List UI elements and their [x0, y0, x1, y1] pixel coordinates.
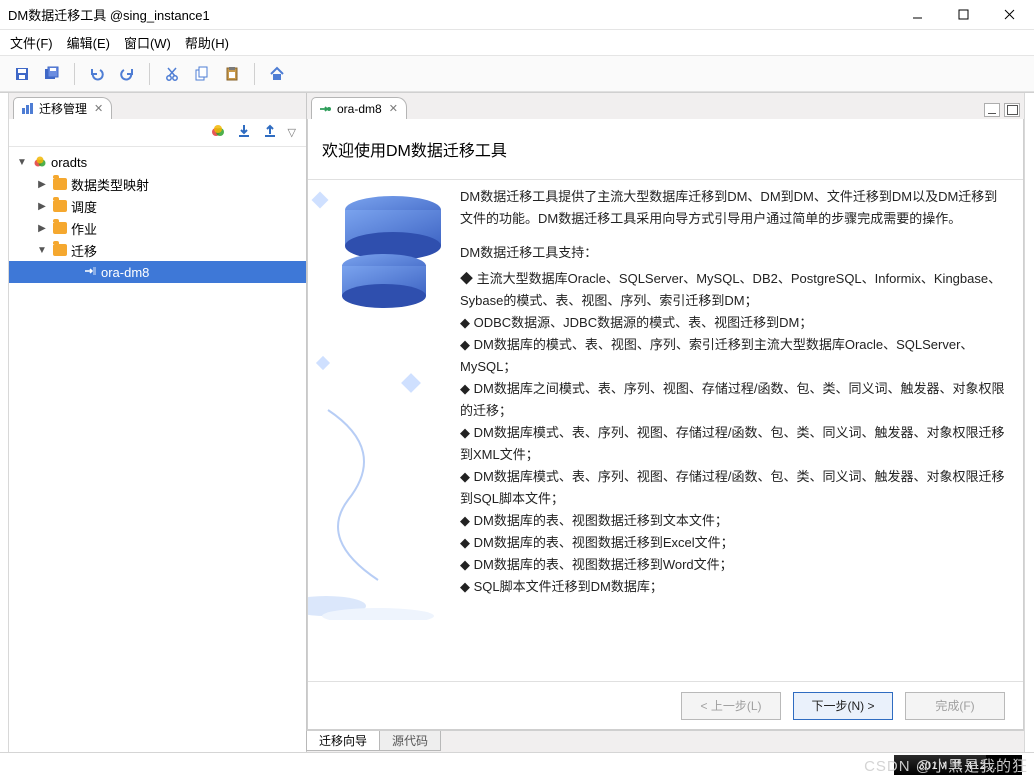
menu-window[interactable]: 窗口(W) [124, 33, 171, 52]
illustration [308, 180, 458, 681]
migration-item-icon [83, 264, 97, 281]
menu-edit[interactable]: 编辑(E) [67, 33, 110, 52]
editor-panel: ora-dm8 ✕ 欢迎使用DM数据迁移工具 [307, 93, 1024, 752]
toolbar [0, 56, 1034, 92]
bullet-item: ◆ DM数据库的表、视图数据迁移到Word文件； [460, 554, 1007, 576]
folder-icon [53, 178, 67, 190]
migration-manager-panel: 迁移管理 ✕ ▽ oradts [9, 93, 307, 752]
window-minimize-button[interactable] [894, 0, 940, 30]
intro-paragraph: DM数据迁移工具提供了主流大型数据库迁移到DM、DM到DM、文件迁移到DM以及D… [460, 186, 1007, 230]
bullet-item: ◆ DM数据库的表、视图数据迁移到文本文件； [460, 510, 1007, 532]
memory-usage[interactable]: 301M 共 412… [894, 755, 1022, 775]
migration-manager-tab-label: 迁移管理 [39, 100, 87, 117]
tree-root-label: oradts [51, 155, 87, 170]
close-icon[interactable]: ✕ [94, 102, 103, 115]
memory-label: 301M 共 412… [918, 757, 997, 773]
window-title: DM数据迁移工具 @sing_instance1 [8, 5, 894, 24]
tree-item-label[interactable]: 调度 [71, 197, 97, 216]
tab-wizard[interactable]: 迁移向导 [306, 731, 380, 751]
cut-button[interactable] [160, 62, 184, 86]
editor-tab-label: ora-dm8 [337, 102, 382, 116]
bullet-item: ◆ DM数据库模式、表、序列、视图、存储过程/函数、包、类、同义词、触发器、对象… [460, 466, 1007, 510]
migration-manager-icon [20, 102, 34, 116]
prev-button[interactable]: < 上一步(L) [681, 692, 781, 720]
tab-source[interactable]: 源代码 [379, 731, 441, 751]
import-icon[interactable] [236, 123, 252, 142]
menubar: 文件(F) 编辑(E) 窗口(W) 帮助(H) [0, 30, 1034, 56]
twisty-icon[interactable] [15, 157, 29, 168]
wizard-buttons: < 上一步(L) 下一步(N) > 完成(F) [308, 681, 1023, 729]
bullet-item: ◆ ODBC数据源、JDBC数据源的模式、表、视图迁移到DM； [460, 312, 1007, 334]
welcome-text: DM数据迁移工具提供了主流大型数据库迁移到DM、DM到DM、文件迁移到DM以及D… [458, 180, 1023, 681]
tree-item-label[interactable]: 迁移 [71, 241, 97, 260]
bullet-item: ◆ DM数据库之间模式、表、序列、视图、存储过程/函数、包、类、同义词、触发器、… [460, 378, 1007, 422]
twisty-icon[interactable] [35, 245, 49, 256]
venn-icon [33, 155, 47, 169]
view-minimize-button[interactable] [984, 103, 1000, 117]
bullet-item: ◆ DM数据库的模式、表、视图、序列、索引迁移到主流大型数据库Oracle、SQ… [460, 334, 1007, 378]
titlebar: DM数据迁移工具 @sing_instance1 [0, 0, 1034, 30]
copy-button[interactable] [190, 62, 214, 86]
left-panel-toolbar: ▽ [9, 119, 306, 147]
menu-help[interactable]: 帮助(H) [185, 33, 229, 52]
redo-button[interactable] [115, 62, 139, 86]
finish-button[interactable]: 完成(F) [905, 692, 1005, 720]
paste-button[interactable] [220, 62, 244, 86]
venn-icon[interactable] [210, 123, 226, 142]
folder-icon [53, 244, 67, 256]
bullet-item: ◆ DM数据库的表、视图数据迁移到Excel文件； [460, 532, 1007, 554]
close-icon[interactable]: ✕ [389, 102, 398, 115]
migration-item-icon [318, 102, 332, 116]
export-icon[interactable] [262, 123, 278, 142]
tree-item-label: ora-dm8 [101, 265, 149, 280]
migration-tree[interactable]: oradts 数据类型映射 调度 作业 迁移 [9, 147, 306, 752]
twisty-icon[interactable] [35, 179, 49, 190]
twisty-icon[interactable] [35, 201, 49, 212]
bullet-item: ◆ 主流大型数据库Oracle、SQLServer、MySQL、DB2、Post… [460, 268, 1007, 312]
view-maximize-button[interactable] [1004, 103, 1020, 117]
bullet-item: ◆ DM数据库模式、表、序列、视图、存储过程/函数、包、类、同义词、触发器、对象… [460, 422, 1007, 466]
folder-icon [53, 200, 67, 212]
window-maximize-button[interactable] [940, 0, 986, 30]
menu-file[interactable]: 文件(F) [10, 33, 53, 52]
editor-bottom-tabs: 迁移向导 源代码 [307, 730, 1024, 752]
view-menu-chevron-icon[interactable]: ▽ [288, 126, 296, 139]
bullet-item: ◆ SQL脚本文件迁移到DM数据库； [460, 576, 1007, 598]
folder-icon [53, 222, 67, 234]
twisty-icon[interactable] [35, 223, 49, 234]
save-button[interactable] [10, 62, 34, 86]
tree-item-label[interactable]: 数据类型映射 [71, 175, 149, 194]
home-button[interactable] [265, 62, 289, 86]
tree-item-selected[interactable]: ora-dm8 [9, 261, 306, 283]
editor-tab[interactable]: ora-dm8 ✕ [311, 97, 407, 119]
window-close-button[interactable] [986, 0, 1032, 30]
migration-manager-tab[interactable]: 迁移管理 ✕ [13, 97, 112, 119]
statusbar: 301M 共 412… [0, 752, 1034, 778]
right-gutter [1024, 93, 1034, 752]
support-heading: DM数据迁移工具支持： [460, 242, 1007, 264]
next-button[interactable]: 下一步(N) > [793, 692, 893, 720]
left-gutter [0, 93, 9, 752]
welcome-heading: 欢迎使用DM数据迁移工具 [308, 119, 1023, 179]
undo-button[interactable] [85, 62, 109, 86]
save-all-button[interactable] [40, 62, 64, 86]
tree-item-label[interactable]: 作业 [71, 219, 97, 238]
